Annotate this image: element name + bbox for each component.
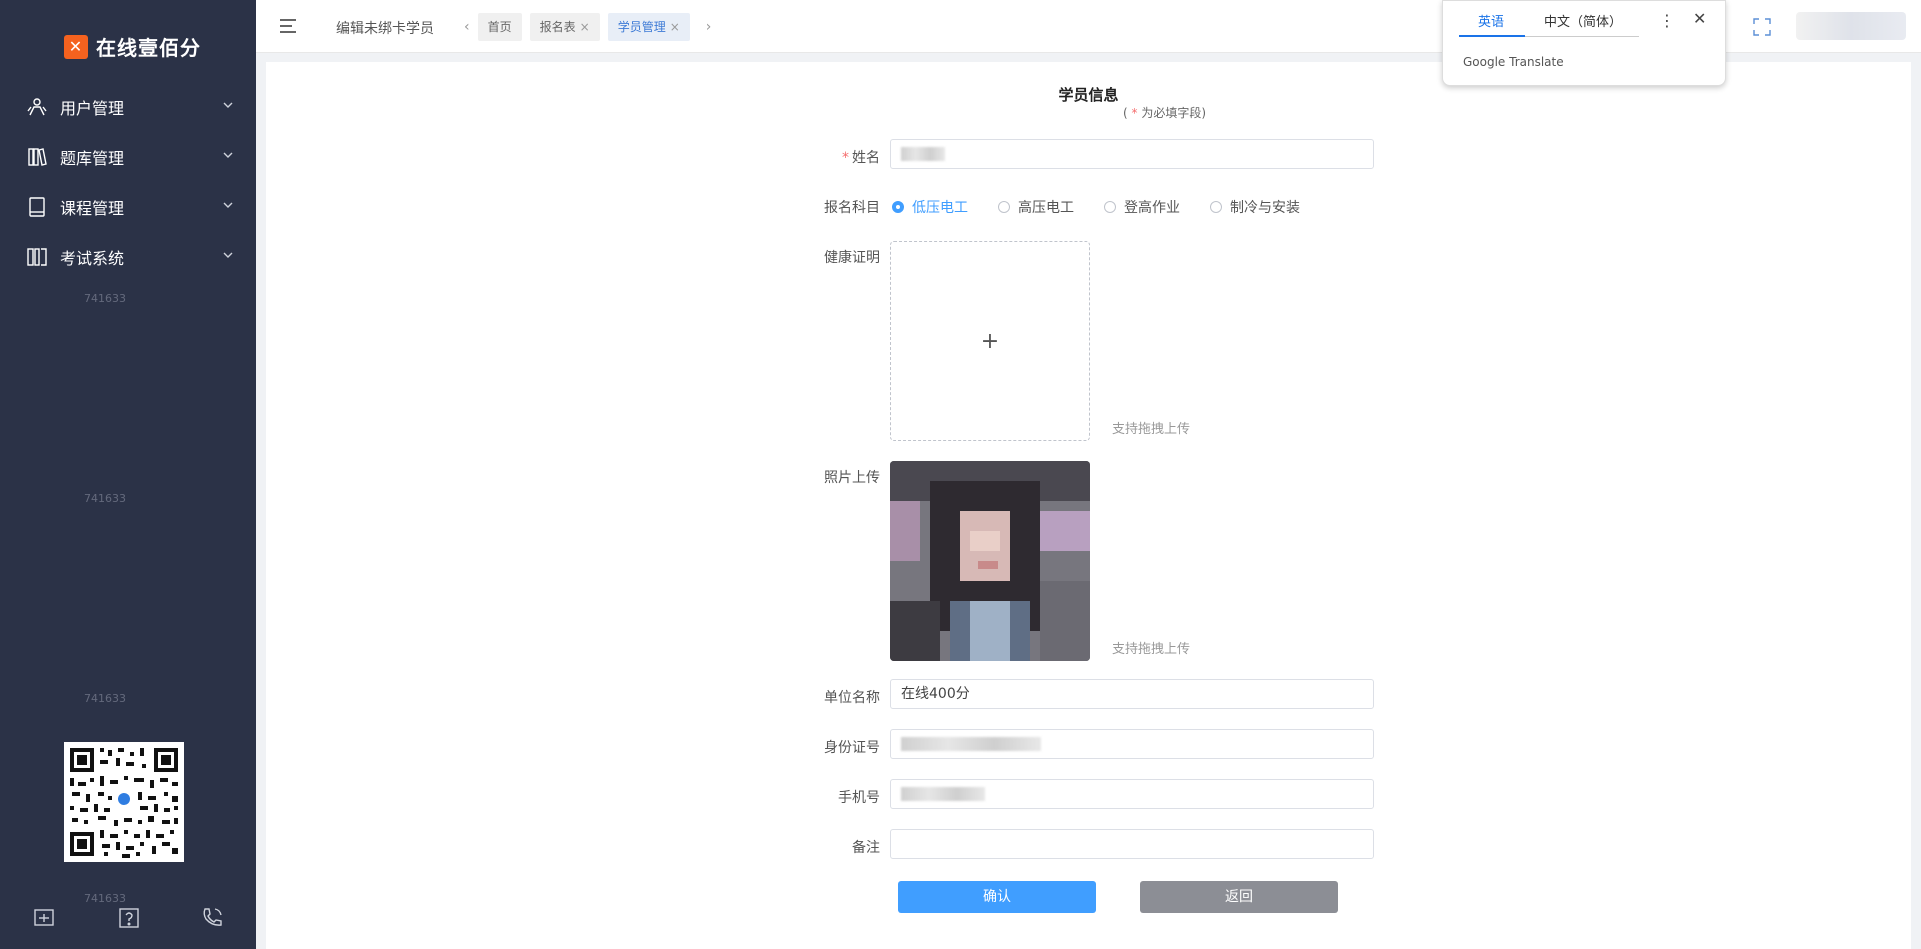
remark-input[interactable] xyxy=(890,829,1374,859)
radio-dot xyxy=(1210,201,1222,213)
tab-scroll-right-icon[interactable]: › xyxy=(706,19,712,35)
user-avatar[interactable] xyxy=(1796,12,1906,40)
radio-dot xyxy=(892,201,904,213)
translate-tab-english[interactable]: 英语 xyxy=(1478,11,1504,30)
radio-dot xyxy=(998,201,1010,213)
tab-scroll-left-icon[interactable]: ‹ xyxy=(464,19,470,35)
redacted-value xyxy=(901,147,945,161)
required-hint: ( * 为必填字段) xyxy=(1123,104,1206,121)
page-title: 编辑未绑卡学员 xyxy=(336,21,434,37)
drag-upload-hint: 支持拖拽上传 xyxy=(1112,642,1191,657)
book-icon xyxy=(26,196,48,218)
close-icon[interactable]: ✕ xyxy=(1693,9,1706,28)
radio-label: 高压电工 xyxy=(1018,200,1074,216)
subject-radio-high-voltage[interactable]: 高压电工 xyxy=(998,197,1074,217)
chevron-down-icon xyxy=(223,202,233,208)
id-number-label: 身份证号 xyxy=(824,740,880,756)
tab-registration[interactable]: 报名表 × xyxy=(529,13,600,41)
redacted-value xyxy=(901,737,1041,751)
phone-label: 手机号 xyxy=(838,790,880,806)
radio-label: 低压电工 xyxy=(912,200,968,216)
photo-label: 照片上传 xyxy=(824,470,880,486)
confirm-button[interactable]: 确认 xyxy=(898,881,1096,913)
tab-divider xyxy=(1525,36,1639,37)
chevron-down-icon xyxy=(223,102,233,108)
qr-code xyxy=(64,742,184,862)
phone-icon[interactable] xyxy=(200,906,224,930)
subject-label: 报名科目 xyxy=(824,200,880,216)
sidebar-item-label: 用户管理 xyxy=(60,99,125,118)
sidebar: ✕ 在线壹佰分 用户管理 题库管理 课程管理 考试系统 741633 74163… xyxy=(0,0,256,949)
translate-popup: 英语 中文（简体） ⋮ ✕ Google Translate xyxy=(1442,0,1726,86)
tab-home[interactable]: 首页 xyxy=(477,13,522,41)
fullscreen-icon[interactable] xyxy=(1753,18,1771,36)
translate-tab-chinese[interactable]: 中文（简体） xyxy=(1544,11,1622,30)
tab-label: 学员管理 xyxy=(617,20,666,34)
id-number-input[interactable] xyxy=(890,729,1374,759)
users-icon xyxy=(26,96,48,118)
name-label: * 姓名 xyxy=(760,147,880,167)
sidebar-menu: 用户管理 题库管理 课程管理 考试系统 xyxy=(0,82,256,282)
sidebar-item-question-bank[interactable]: 题库管理 xyxy=(0,132,256,182)
subject-radio-height-work[interactable]: 登高作业 xyxy=(1104,197,1180,217)
company-input[interactable]: 在线400分 xyxy=(890,679,1374,709)
active-tab-indicator xyxy=(1459,35,1525,37)
sidebar-item-label: 课程管理 xyxy=(60,199,125,218)
close-icon[interactable]: × xyxy=(670,13,680,41)
watermark-text: 741633 xyxy=(84,692,126,705)
close-icon[interactable]: × xyxy=(580,13,590,41)
health-cert-upload[interactable]: + xyxy=(890,241,1090,441)
subject-radio-group: 低压电工 高压电工 登高作业 制冷与安装 xyxy=(892,197,1330,217)
brand-logo-icon: ✕ xyxy=(64,34,88,59)
watermark-text: 741633 xyxy=(84,492,126,505)
watermark-text: 741633 xyxy=(84,292,126,305)
plus-icon: + xyxy=(980,328,1000,354)
sidebar-item-exam-system[interactable]: 考试系统 xyxy=(0,232,256,282)
redacted-value xyxy=(901,787,985,801)
uploaded-photo[interactable] xyxy=(890,461,1090,661)
chevron-down-icon xyxy=(223,252,233,258)
student-form-card: 学员信息 ( * 为必填字段) * 姓名 报名科目 低压电工 高压电工 登高作业 … xyxy=(266,62,1911,949)
sidebar-item-label: 题库管理 xyxy=(60,149,125,168)
sidebar-item-user-management[interactable]: 用户管理 xyxy=(0,82,256,132)
exam-icon xyxy=(26,246,48,268)
drag-upload-hint: 支持拖拽上传 xyxy=(1112,422,1191,437)
more-options-icon[interactable]: ⋮ xyxy=(1659,11,1675,30)
health-cert-label: 健康证明 xyxy=(824,250,880,266)
radio-dot xyxy=(1104,201,1116,213)
required-star: * xyxy=(842,150,849,166)
tab-label: 首页 xyxy=(487,20,512,34)
google-translate-brand: Google Translate xyxy=(1463,55,1564,69)
company-label: 单位名称 xyxy=(824,690,880,706)
tab-label: 报名表 xyxy=(539,20,576,34)
tab-student-management[interactable]: 学员管理 × xyxy=(607,13,690,41)
required-hint-paren: ( xyxy=(1123,106,1128,120)
chevron-down-icon xyxy=(223,152,233,158)
brand-logo[interactable]: ✕ 在线壹佰分 xyxy=(64,32,201,61)
books-icon xyxy=(26,146,48,168)
back-button[interactable]: 返回 xyxy=(1140,881,1338,913)
sidebar-item-course-management[interactable]: 课程管理 xyxy=(0,182,256,232)
sidebar-item-label: 考试系统 xyxy=(60,249,125,268)
brand-name: 在线壹佰分 xyxy=(96,36,201,60)
phone-input[interactable] xyxy=(890,779,1374,809)
help-icon[interactable] xyxy=(117,906,141,930)
required-hint-text: 为必填字段) xyxy=(1141,106,1207,120)
tab-bar: ‹ 首页 报名表 × 学员管理 × › xyxy=(456,13,719,41)
radio-label: 登高作业 xyxy=(1124,200,1180,216)
keyboard-icon[interactable] xyxy=(32,906,56,930)
radio-label: 制冷与安装 xyxy=(1230,200,1300,216)
subject-radio-refrigeration[interactable]: 制冷与安装 xyxy=(1210,197,1300,217)
subject-radio-low-voltage[interactable]: 低压电工 xyxy=(892,197,968,217)
remark-label: 备注 xyxy=(852,840,880,856)
name-label-text: 姓名 xyxy=(852,150,880,166)
required-star: * xyxy=(1131,106,1138,120)
menu-toggle-icon[interactable] xyxy=(278,16,298,36)
name-input[interactable] xyxy=(890,139,1374,169)
form-title: 学员信息 xyxy=(1058,86,1119,104)
sidebar-footer xyxy=(0,904,256,934)
